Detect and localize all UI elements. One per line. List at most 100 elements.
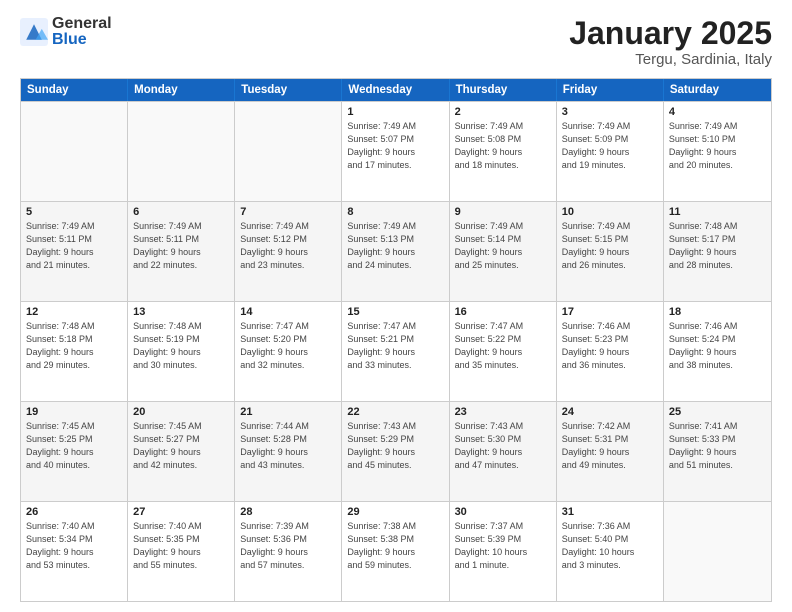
empty-cell [235,102,342,201]
day-cell-20: 20Sunrise: 7:45 AMSunset: 5:27 PMDayligh… [128,402,235,501]
day-cell-17: 17 Sunrise: 7:46 AMSunset: 5:23 PMDayligh… [557,302,664,401]
day-info: Sunrise: 7:49 AMSunset: 5:14 PMDaylight:… [455,220,551,272]
day-cell-9: 9 Sunrise: 7:49 AMSunset: 5:14 PMDaylight… [450,202,557,301]
day-info: Sunrise: 7:47 AMSunset: 5:20 PMDaylight:… [240,320,336,372]
day-number: 23 [455,406,551,418]
day-info: Sunrise: 7:43 AMSunset: 5:30 PMDaylight:… [455,420,551,472]
day-number: 19 [26,406,122,418]
header-day-wednesday: Wednesday [342,79,449,101]
day-cell-3: 3 Sunrise: 7:49 AMSunset: 5:09 PMDaylight… [557,102,664,201]
day-info: Sunrise: 7:48 AMSunset: 5:17 PMDaylight:… [669,220,766,272]
page-header: General Blue January 2025 Tergu, Sardini… [20,16,772,68]
day-info: Sunrise: 7:45 AMSunset: 5:25 PMDaylight:… [26,420,122,472]
day-info: Sunrise: 7:38 AMSunset: 5:38 PMDaylight:… [347,520,443,572]
day-info: Sunrise: 7:48 AMSunset: 5:19 PMDaylight:… [133,320,229,372]
day-number: 28 [240,506,336,518]
day-cell-31: 31 Sunrise: 7:36 AMSunset: 5:40 PMDayligh… [557,502,664,601]
header-day-thursday: Thursday [450,79,557,101]
day-cell-27: 27 Sunrise: 7:40 AMSunset: 5:35 PMDayligh… [128,502,235,601]
day-cell-10: 10 Sunrise: 7:49 AMSunset: 5:15 PMDayligh… [557,202,664,301]
day-number: 11 [669,206,766,218]
day-cell-18: 18Sunrise: 7:46 AMSunset: 5:24 PMDayligh… [664,302,771,401]
day-number: 2 [455,106,551,118]
day-info: Sunrise: 7:37 AMSunset: 5:39 PMDaylight:… [455,520,551,572]
day-info: Sunrise: 7:39 AMSunset: 5:36 PMDaylight:… [240,520,336,572]
day-info: Sunrise: 7:49 AMSunset: 5:08 PMDaylight:… [455,120,551,172]
day-cell-19: 19 Sunrise: 7:45 AMSunset: 5:25 PMDayligh… [21,402,128,501]
title-block: January 2025 Tergu, Sardinia, Italy [569,16,772,68]
day-number: 25 [669,406,766,418]
logo-icon [20,18,48,46]
calendar-title: January 2025 [569,16,772,51]
day-cell-12: 12 Sunrise: 7:48 AMSunset: 5:18 PMDayligh… [21,302,128,401]
day-info: Sunrise: 7:45 AMSunset: 5:27 PMDaylight:… [133,420,229,472]
calendar-header: SundayMondayTuesdayWednesdayThursdayFrid… [21,79,771,101]
calendar-subtitle: Tergu, Sardinia, Italy [569,51,772,68]
day-cell-29: 29Sunrise: 7:38 AMSunset: 5:38 PMDayligh… [342,502,449,601]
day-info: Sunrise: 7:49 AMSunset: 5:07 PMDaylight:… [347,120,443,172]
day-info: Sunrise: 7:48 AMSunset: 5:18 PMDaylight:… [26,320,122,372]
calendar-row: 12 Sunrise: 7:48 AMSunset: 5:18 PMDayligh… [21,301,771,401]
day-cell-1: 1 Sunrise: 7:49 AMSunset: 5:07 PMDaylight… [342,102,449,201]
day-number: 17 [562,306,658,318]
day-number: 18 [669,306,766,318]
day-info: Sunrise: 7:49 AMSunset: 5:09 PMDaylight:… [562,120,658,172]
day-number: 12 [26,306,122,318]
logo-general-text: General [52,16,112,32]
day-number: 1 [347,106,443,118]
day-info: Sunrise: 7:49 AMSunset: 5:12 PMDaylight:… [240,220,336,272]
header-day-friday: Friday [557,79,664,101]
day-info: Sunrise: 7:43 AMSunset: 5:29 PMDaylight:… [347,420,443,472]
day-number: 30 [455,506,551,518]
empty-cell [21,102,128,201]
day-number: 9 [455,206,551,218]
day-info: Sunrise: 7:49 AMSunset: 5:13 PMDaylight:… [347,220,443,272]
day-info: Sunrise: 7:42 AMSunset: 5:31 PMDaylight:… [562,420,658,472]
day-cell-25: 25Sunrise: 7:41 AMSunset: 5:33 PMDayligh… [664,402,771,501]
header-day-tuesday: Tuesday [235,79,342,101]
day-info: Sunrise: 7:36 AMSunset: 5:40 PMDaylight:… [562,520,658,572]
day-number: 5 [26,206,122,218]
day-cell-21: 21 Sunrise: 7:44 AMSunset: 5:28 PMDayligh… [235,402,342,501]
day-number: 7 [240,206,336,218]
day-cell-28: 28 Sunrise: 7:39 AMSunset: 5:36 PMDayligh… [235,502,342,601]
empty-cell [128,102,235,201]
day-number: 24 [562,406,658,418]
day-info: Sunrise: 7:46 AMSunset: 5:23 PMDaylight:… [562,320,658,372]
day-number: 8 [347,206,443,218]
day-info: Sunrise: 7:49 AMSunset: 5:10 PMDaylight:… [669,120,766,172]
day-number: 27 [133,506,229,518]
day-cell-6: 6Sunrise: 7:49 AMSunset: 5:11 PMDaylight… [128,202,235,301]
day-number: 10 [562,206,658,218]
day-cell-16: 16Sunrise: 7:47 AMSunset: 5:22 PMDayligh… [450,302,557,401]
day-cell-4: 4 Sunrise: 7:49 AMSunset: 5:10 PMDaylight… [664,102,771,201]
day-info: Sunrise: 7:49 AMSunset: 5:15 PMDaylight:… [562,220,658,272]
day-info: Sunrise: 7:40 AMSunset: 5:35 PMDaylight:… [133,520,229,572]
day-cell-22: 22Sunrise: 7:43 AMSunset: 5:29 PMDayligh… [342,402,449,501]
day-cell-15: 15 Sunrise: 7:47 AMSunset: 5:21 PMDayligh… [342,302,449,401]
header-day-sunday: Sunday [21,79,128,101]
calendar-row: 19 Sunrise: 7:45 AMSunset: 5:25 PMDayligh… [21,401,771,501]
day-cell-23: 23 Sunrise: 7:43 AMSunset: 5:30 PMDayligh… [450,402,557,501]
day-number: 31 [562,506,658,518]
day-number: 3 [562,106,658,118]
day-cell-5: 5Sunrise: 7:49 AMSunset: 5:11 PMDaylight… [21,202,128,301]
day-cell-11: 11 Sunrise: 7:48 AMSunset: 5:17 PMDayligh… [664,202,771,301]
day-cell-13: 13 Sunrise: 7:48 AMSunset: 5:19 PMDayligh… [128,302,235,401]
day-number: 26 [26,506,122,518]
empty-cell [664,502,771,601]
day-cell-7: 7 Sunrise: 7:49 AMSunset: 5:12 PMDaylight… [235,202,342,301]
day-number: 21 [240,406,336,418]
day-number: 6 [133,206,229,218]
calendar: SundayMondayTuesdayWednesdayThursdayFrid… [20,78,772,602]
day-number: 13 [133,306,229,318]
calendar-row: 26Sunrise: 7:40 AMSunset: 5:34 PMDayligh… [21,501,771,601]
day-info: Sunrise: 7:47 AMSunset: 5:21 PMDaylight:… [347,320,443,372]
logo-blue-text: Blue [52,32,112,48]
day-cell-14: 14 Sunrise: 7:47 AMSunset: 5:20 PMDayligh… [235,302,342,401]
day-info: Sunrise: 7:44 AMSunset: 5:28 PMDaylight:… [240,420,336,472]
day-number: 15 [347,306,443,318]
header-day-saturday: Saturday [664,79,771,101]
day-number: 4 [669,106,766,118]
day-number: 14 [240,306,336,318]
